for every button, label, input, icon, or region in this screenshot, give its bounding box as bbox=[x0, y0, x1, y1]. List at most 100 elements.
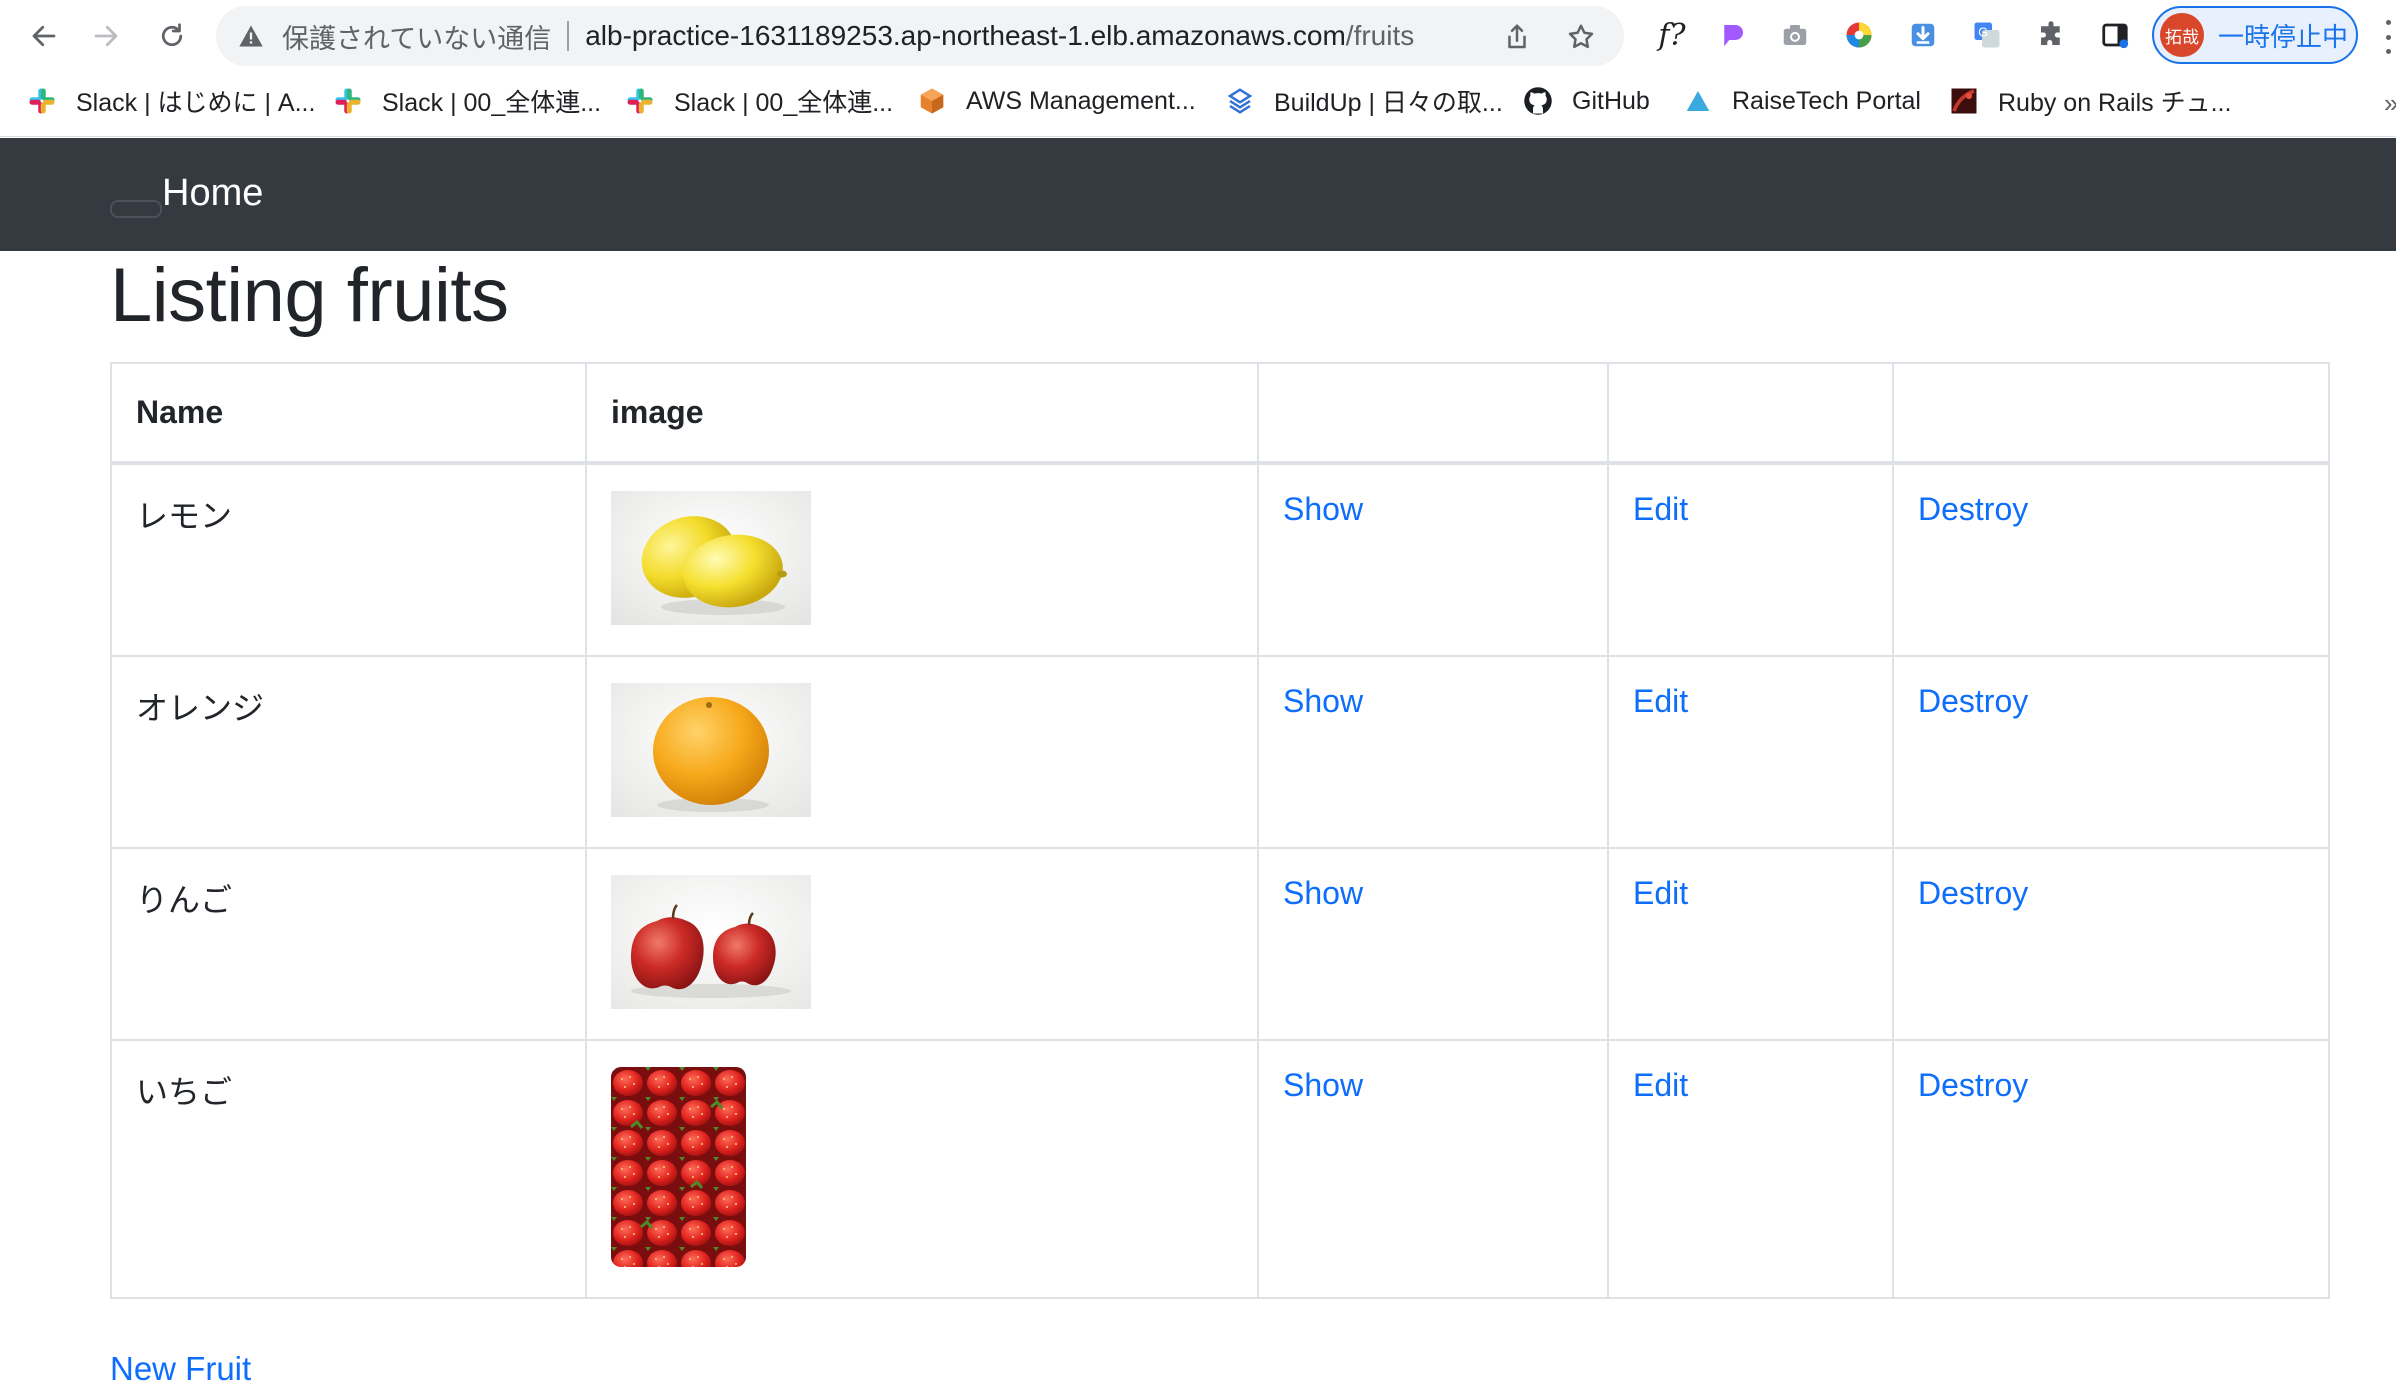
fruit-name: オレンジ bbox=[136, 690, 265, 726]
github-icon bbox=[1522, 85, 1554, 117]
bookmark-raisetech[interactable]: RaiseTech Portal bbox=[1682, 82, 1921, 120]
address-divider bbox=[567, 21, 570, 51]
address-bar[interactable]: 保護されていない通信 alb-practice-1631189253.ap-no… bbox=[216, 6, 1624, 66]
edit-link[interactable]: Edit bbox=[1633, 683, 1688, 719]
browser-menu-icon[interactable] bbox=[2380, 20, 2396, 54]
bookmark-label: Slack | 00_全体連... bbox=[382, 89, 602, 117]
security-status[interactable]: 保護されていない通信 bbox=[282, 17, 551, 56]
fruit-name: レモン bbox=[136, 498, 233, 534]
arrow-left-icon bbox=[32, 25, 56, 47]
bookmark-github[interactable]: GitHub bbox=[1522, 82, 1650, 120]
back-button[interactable] bbox=[20, 12, 68, 60]
lemon-image bbox=[611, 491, 811, 625]
fruits-table: Name image レモン Show Edit Destroy オレンジ Sh… bbox=[110, 362, 2330, 1299]
image-cell bbox=[585, 655, 1259, 849]
show-link[interactable]: Show bbox=[1283, 683, 1363, 719]
bookmark-slack-1[interactable]: Slack | はじめに | A... bbox=[26, 82, 315, 120]
show-link[interactable]: Show bbox=[1283, 875, 1363, 911]
buildup-icon bbox=[1224, 85, 1256, 117]
camera-extension-icon[interactable] bbox=[1776, 16, 1814, 54]
profile-status: 一時停止中 bbox=[2218, 21, 2349, 52]
edit-link[interactable]: Edit bbox=[1633, 1067, 1688, 1103]
destroy-link[interactable]: Destroy bbox=[1918, 491, 2028, 527]
slack-icon bbox=[624, 85, 656, 117]
orange-image bbox=[611, 683, 811, 817]
slack-icon bbox=[26, 85, 58, 117]
fruit-name: りんご bbox=[136, 882, 233, 918]
destroy-link[interactable]: Destroy bbox=[1918, 875, 2028, 911]
bookmark-slack-2[interactable]: Slack | 00_全体連... bbox=[332, 82, 601, 120]
url-path: /fruits bbox=[1345, 20, 1415, 51]
side-panel-icon[interactable] bbox=[2096, 16, 2134, 54]
app-navbar: Home bbox=[0, 138, 2396, 251]
column-header-edit bbox=[1607, 362, 1894, 465]
table-row: りんご Show Edit Destroy bbox=[110, 847, 2330, 1041]
bookmark-label: Slack | はじめに | A... bbox=[76, 89, 316, 117]
destroy-cell: Destroy bbox=[1892, 1039, 2330, 1299]
bookmark-label: Slack | 00_全体連... bbox=[674, 89, 894, 117]
show-link[interactable]: Show bbox=[1283, 1067, 1363, 1103]
strawberry-image bbox=[611, 1067, 746, 1267]
new-fruit-link[interactable]: New Fruit bbox=[110, 1350, 251, 1388]
destroy-link[interactable]: Destroy bbox=[1918, 1067, 2028, 1103]
destroy-cell: Destroy bbox=[1892, 847, 2330, 1041]
fruit-name: いちご bbox=[136, 1074, 233, 1110]
share-icon[interactable] bbox=[1500, 20, 1534, 54]
reload-icon bbox=[161, 23, 183, 47]
color-wheel-extension-icon[interactable] bbox=[1840, 16, 1878, 54]
forward-button[interactable] bbox=[82, 12, 130, 60]
page-title: Listing fruits bbox=[110, 253, 509, 338]
arrow-right-icon bbox=[94, 25, 118, 47]
destroy-link[interactable]: Destroy bbox=[1918, 683, 2028, 719]
bookmarks-overflow-icon[interactable]: » bbox=[2384, 88, 2396, 119]
column-header-name: Name bbox=[110, 362, 587, 465]
bookmark-label: BuildUp | 日々の取... bbox=[1274, 89, 1503, 117]
bookmark-star-icon[interactable] bbox=[1564, 20, 1598, 54]
edit-cell: Edit bbox=[1607, 1039, 1894, 1299]
bookmarks-bar: Slack | はじめに | A... Slack | 00_全体連... Sl… bbox=[0, 74, 2396, 126]
edit-cell: Edit bbox=[1607, 462, 1894, 657]
image-cell bbox=[585, 462, 1259, 657]
name-cell: オレンジ bbox=[110, 655, 587, 849]
slack-icon bbox=[332, 85, 364, 117]
reload-button[interactable] bbox=[148, 12, 196, 60]
download-extension-icon[interactable] bbox=[1904, 16, 1942, 54]
bookmark-aws[interactable]: AWS Management... bbox=[916, 82, 1196, 120]
edit-link[interactable]: Edit bbox=[1633, 875, 1688, 911]
purple-extension-icon[interactable] bbox=[1714, 16, 1752, 54]
aws-cube-icon bbox=[916, 85, 948, 117]
table-row: いちご Show Edit Destroy bbox=[110, 1039, 2330, 1299]
bookmark-rails[interactable]: Ruby on Rails チュ... bbox=[1948, 82, 2231, 120]
warning-icon[interactable] bbox=[234, 19, 268, 53]
destroy-cell: Destroy bbox=[1892, 462, 2330, 657]
show-link[interactable]: Show bbox=[1283, 491, 1363, 527]
table-header-row: Name image bbox=[110, 362, 2330, 465]
svg-text:G: G bbox=[1978, 25, 1988, 39]
bookmark-slack-3[interactable]: Slack | 00_全体連... bbox=[624, 82, 893, 120]
url-host: alb-practice-1631189253.ap-northeast-1.e… bbox=[585, 20, 1346, 51]
edit-cell: Edit bbox=[1607, 655, 1894, 849]
destroy-cell: Destroy bbox=[1892, 655, 2330, 849]
show-cell: Show bbox=[1257, 1039, 1609, 1299]
bookmark-label: GitHub bbox=[1572, 86, 1650, 115]
column-header-show bbox=[1257, 362, 1609, 465]
edit-cell: Edit bbox=[1607, 847, 1894, 1041]
image-cell bbox=[585, 1039, 1259, 1299]
navbar-toggler[interactable] bbox=[110, 200, 162, 218]
show-cell: Show bbox=[1257, 462, 1609, 657]
apple-image bbox=[611, 875, 811, 1009]
show-cell: Show bbox=[1257, 847, 1609, 1041]
bookmark-label: AWS Management... bbox=[966, 86, 1196, 115]
profile-button[interactable]: 拓哉 一時停止中 bbox=[2152, 6, 2358, 64]
name-cell: いちご bbox=[110, 1039, 587, 1299]
edit-link[interactable]: Edit bbox=[1633, 491, 1688, 527]
formula-extension-icon[interactable]: f? bbox=[1650, 16, 1694, 54]
translate-extension-icon[interactable]: G bbox=[1968, 16, 2006, 54]
url-text[interactable]: alb-practice-1631189253.ap-northeast-1.e… bbox=[585, 20, 1414, 52]
name-cell: レモン bbox=[110, 462, 587, 657]
column-header-destroy bbox=[1892, 362, 2330, 465]
nav-home-link[interactable]: Home bbox=[162, 172, 263, 215]
puzzle-extensions-icon[interactable] bbox=[2032, 16, 2070, 54]
name-cell: りんご bbox=[110, 847, 587, 1041]
bookmark-buildup[interactable]: BuildUp | 日々の取... bbox=[1224, 82, 1503, 120]
